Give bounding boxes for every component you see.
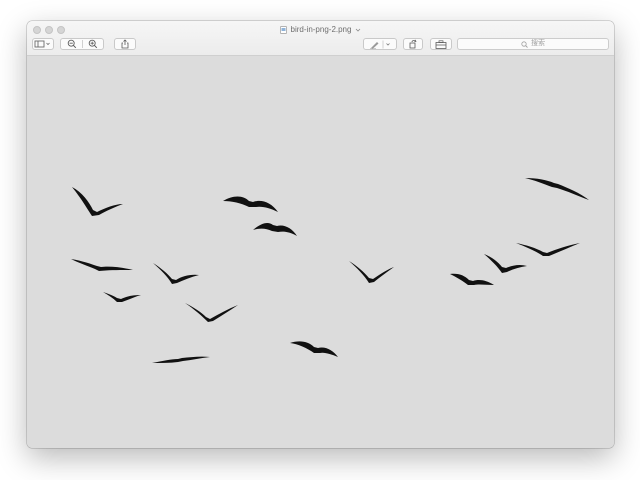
toolbox-icon: [435, 39, 447, 49]
bird-silhouette: [349, 261, 394, 283]
png-file-icon: [279, 26, 287, 34]
bird-silhouette: [71, 259, 133, 271]
toolbox-button[interactable]: [430, 38, 452, 50]
titlebar: bird-in-png-2.png 搜索: [27, 21, 614, 56]
bird-silhouette: [185, 303, 238, 322]
zoom-out-button[interactable]: [61, 39, 83, 49]
bird-silhouette: [72, 187, 123, 216]
markup-button[interactable]: [363, 38, 397, 50]
rotate-button[interactable]: [403, 38, 423, 50]
bird-silhouette: [253, 222, 297, 236]
zoom-in-button[interactable]: [83, 39, 103, 49]
bird-silhouette: [484, 254, 527, 273]
zoom-in-icon: [88, 39, 98, 49]
search-placeholder: 搜索: [531, 40, 545, 47]
search-icon: [521, 40, 528, 48]
image-canvas[interactable]: [27, 56, 614, 448]
window-title: bird-in-png-2.png: [290, 25, 352, 34]
bird-silhouette: [103, 292, 141, 302]
bird-silhouette: [152, 356, 210, 363]
share-icon: [121, 39, 129, 49]
bird-silhouette: [153, 263, 199, 284]
bird-silhouette: [450, 273, 494, 285]
zoom-out-icon: [67, 39, 77, 49]
bird-silhouette: [525, 178, 589, 200]
bird-silhouette: [290, 341, 338, 357]
preview-window: bird-in-png-2.png 搜索: [27, 21, 614, 448]
bird-silhouette: [223, 196, 278, 212]
bird-silhouette: [516, 243, 580, 256]
rotate-icon: [409, 39, 417, 49]
window-title-group[interactable]: bird-in-png-2.png: [27, 24, 614, 36]
markup-pen-icon: [370, 40, 390, 49]
sidebar-icon: [34, 40, 50, 48]
sidebar-button[interactable]: [32, 38, 54, 50]
birds-image: [71, 178, 589, 363]
share-button[interactable]: [114, 38, 136, 50]
zoom-control: [60, 38, 104, 50]
chevron-down-icon: [356, 28, 361, 32]
search-field[interactable]: 搜索: [457, 38, 609, 50]
